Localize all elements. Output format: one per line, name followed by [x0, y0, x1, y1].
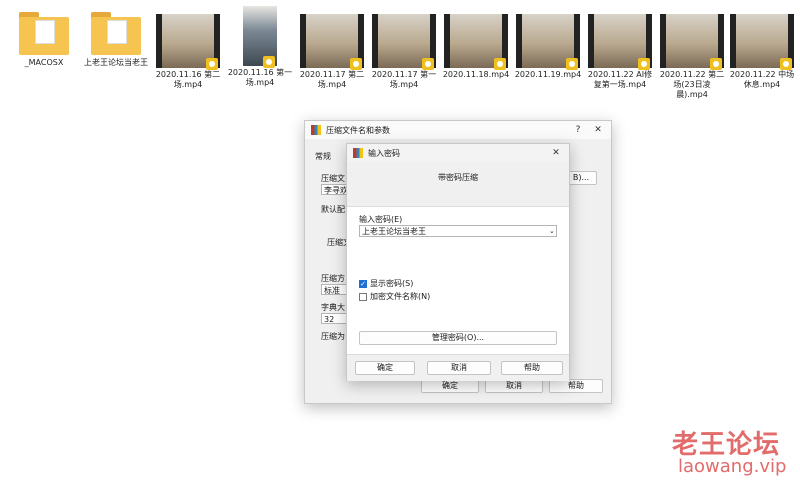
method-select[interactable]: 标准 — [321, 284, 347, 295]
file-item[interactable]: 2020.11.16 第二场.mp4 — [154, 4, 222, 90]
chevron-down-icon[interactable]: ⌄ — [549, 227, 555, 235]
password-input[interactable]: 上老王论坛当老王 — [359, 225, 557, 237]
archive-name-field[interactable]: 李寻欢 — [321, 184, 349, 195]
encrypt-names-checkbox[interactable]: 加密文件名称(N) — [359, 291, 430, 302]
dialog-heading: 带密码压缩 — [438, 173, 478, 182]
play-badge-icon — [638, 58, 650, 70]
archive-cancel-button[interactable]: 取消 — [485, 379, 543, 393]
password-dialog-titlebar: 输入密码 ✕ — [347, 144, 569, 162]
archive-name-label: 压缩文 — [321, 174, 345, 183]
folder-icon — [17, 10, 71, 56]
file-item[interactable]: 2020.11.17 第一场.mp4 — [370, 4, 438, 90]
watermark-url: laowang.vip — [678, 456, 787, 477]
file-name: 2020.11.19.mp4 — [514, 70, 582, 79]
play-badge-icon — [206, 58, 218, 70]
file-name: 2020.11.16 第二场.mp4 — [155, 70, 221, 89]
file-item[interactable]: 2020.11.19.mp4 — [514, 4, 582, 80]
file-name: 2020.11.17 第一场.mp4 — [371, 70, 437, 89]
file-name: _MACOSX — [24, 58, 64, 67]
play-badge-icon — [422, 58, 434, 70]
password-cancel-button[interactable]: 取消 — [427, 361, 491, 375]
file-item[interactable]: _MACOSX — [10, 4, 78, 68]
password-label: 输入密码(E) — [359, 215, 403, 224]
close-icon[interactable]: ✕ — [591, 125, 605, 135]
checkbox-checked-icon: ✓ — [359, 279, 367, 288]
file-item[interactable]: 2020.11.16 第一场.mp4 — [226, 4, 294, 88]
archive-help-button[interactable]: 帮助 — [549, 379, 603, 393]
password-dialog: 输入密码 ✕ 带密码压缩 输入密码(E) 上老王论坛当老王 ⌄ ✓ 显示密码(S… — [346, 143, 570, 381]
help-icon[interactable]: ? — [571, 125, 585, 135]
play-badge-icon — [780, 58, 792, 70]
play-badge-icon — [263, 56, 275, 68]
play-badge-icon — [350, 58, 362, 70]
play-badge-icon — [566, 58, 578, 70]
file-item[interactable]: 2020.11.22 中场休息.mp4 — [728, 4, 796, 90]
file-item[interactable]: 2020.11.18.mp4 — [442, 4, 510, 80]
winrar-icon — [311, 125, 321, 135]
password-help-button[interactable]: 帮助 — [501, 361, 563, 375]
archive-dialog-titlebar: 压缩文件名和参数 ? ✕ — [305, 121, 611, 139]
file-item[interactable]: 2020.11.22 第二场(23日凌晨).mp4 — [658, 4, 726, 100]
header-band — [347, 162, 569, 207]
file-item[interactable]: 2020.11.17 第二场.mp4 — [298, 4, 366, 90]
file-name: 2020.11.18.mp4 — [442, 70, 510, 79]
file-name: 2020.11.22 AI修复第一场.mp4 — [587, 70, 653, 89]
checkbox-unchecked-icon — [359, 292, 367, 301]
file-name: 2020.11.22 中场休息.mp4 — [729, 70, 795, 89]
play-badge-icon — [710, 58, 722, 70]
close-icon[interactable]: ✕ — [549, 148, 563, 158]
show-password-label: 显示密码(S) — [370, 279, 414, 288]
manage-passwords-button[interactable]: 管理密码(O)... — [359, 331, 557, 345]
dictionary-label: 字典大 — [321, 303, 345, 312]
method-label: 压缩方 — [321, 274, 345, 283]
dialog-title: 输入密码 — [368, 148, 400, 158]
file-item[interactable]: 2020.11.22 AI修复第一场.mp4 — [586, 4, 654, 90]
file-name: 2020.11.22 第二场(23日凌晨).mp4 — [659, 70, 725, 99]
encrypt-names-label: 加密文件名称(N) — [370, 292, 431, 301]
default-profile-label: 默认配 — [321, 205, 345, 214]
split-label: 压缩为 — [321, 332, 345, 341]
folder-icon — [89, 10, 143, 56]
dictionary-select[interactable]: 32 — [321, 313, 347, 324]
tab-general[interactable]: 常规 — [315, 151, 331, 162]
play-badge-icon — [494, 58, 506, 70]
password-ok-button[interactable]: 确定 — [355, 361, 415, 375]
file-name: 2020.11.16 第一场.mp4 — [227, 68, 293, 87]
file-name: 上老王论坛当老王 — [84, 58, 148, 67]
file-name: 2020.11.17 第二场.mp4 — [299, 70, 365, 89]
dialog-title: 压缩文件名和参数 — [326, 125, 390, 135]
file-item[interactable]: 上老王论坛当老王 — [82, 4, 150, 68]
archive-ok-button[interactable]: 确定 — [421, 379, 479, 393]
show-password-checkbox[interactable]: ✓ 显示密码(S) — [359, 278, 413, 289]
winrar-icon — [353, 148, 363, 158]
